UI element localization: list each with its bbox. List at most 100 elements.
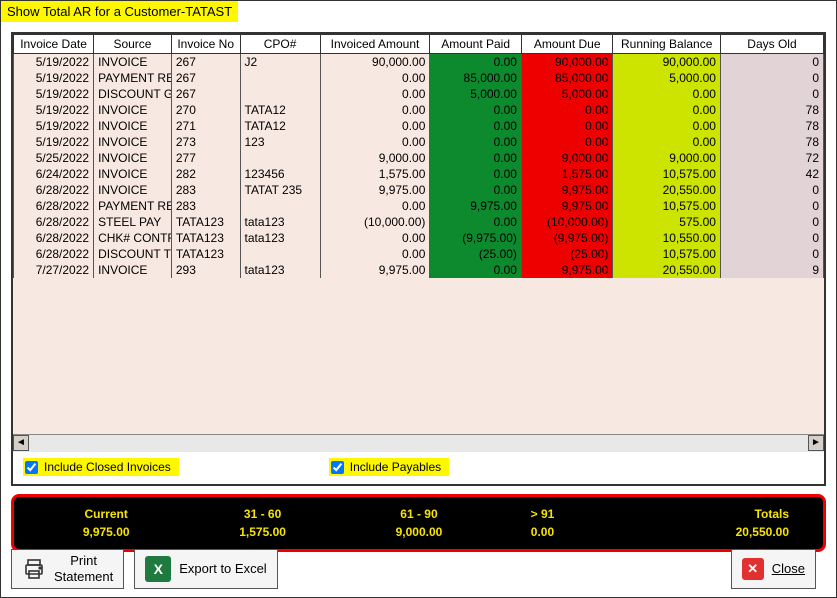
- table-row[interactable]: 5/19/2022DISCOUNT G2670.005,000.005,000.…: [14, 86, 824, 102]
- aging-value-31-60: 1,575.00: [184, 523, 340, 541]
- cell-invoiced: 0.00: [320, 246, 430, 262]
- cell-due: 85,000.00: [521, 70, 613, 86]
- include-payables-label: Include Payables: [350, 460, 441, 474]
- export-excel-button[interactable]: X Export to Excel: [134, 549, 277, 589]
- cell-source: STEEL PAY: [94, 214, 172, 230]
- cell-date: 5/19/2022: [14, 54, 94, 70]
- cell-invoiced: 90,000.00: [320, 54, 430, 70]
- cell-balance: 20,550.00: [613, 182, 721, 198]
- scroll-right-icon[interactable]: ►: [808, 435, 824, 451]
- aging-header-31-60: 31 - 60: [184, 505, 340, 523]
- include-closed-checkbox[interactable]: Include Closed Invoices: [23, 458, 179, 476]
- cell-days: 78: [720, 102, 823, 118]
- cell-invoiced: 0.00: [320, 134, 430, 150]
- col-header-invoice-no[interactable]: Invoice No: [171, 35, 240, 54]
- cell-balance: 20,550.00: [613, 262, 721, 278]
- cell-source: PAYMENT RE: [94, 198, 172, 214]
- cell-due: 1,575.00: [521, 166, 613, 182]
- col-header-invoiced[interactable]: Invoiced Amount: [320, 35, 430, 54]
- table-row[interactable]: 6/28/2022CHK# CONTRTATA123tata1230.00(9,…: [14, 230, 824, 246]
- table-row[interactable]: 5/19/2022INVOICE2731230.000.000.000.0078: [14, 134, 824, 150]
- cell-source: DISCOUNT T: [94, 246, 172, 262]
- col-header-balance[interactable]: Running Balance: [613, 35, 721, 54]
- cell-due: 9,975.00: [521, 198, 613, 214]
- cell-due: 9,000.00: [521, 150, 613, 166]
- table-row[interactable]: 5/25/2022INVOICE2779,000.000.009,000.009…: [14, 150, 824, 166]
- cell-cpo: [240, 86, 320, 102]
- ar-window: Show Total AR for a Customer-TATAST Invo…: [0, 0, 837, 598]
- close-icon: ✕: [742, 558, 764, 580]
- cell-balance: 0.00: [613, 118, 721, 134]
- col-header-date[interactable]: Invoice Date: [14, 35, 94, 54]
- cell-cpo: [240, 150, 320, 166]
- cell-days: 0: [720, 182, 823, 198]
- cell-date: 6/28/2022: [14, 230, 94, 246]
- cell-paid: 0.00: [430, 262, 522, 278]
- aging-value-61-90: 9,000.00: [341, 523, 497, 541]
- cell-balance: 5,000.00: [613, 70, 721, 86]
- cell-invoice-no: 282: [171, 166, 240, 182]
- cell-invoice-no: 267: [171, 54, 240, 70]
- cell-paid: 0.00: [430, 134, 522, 150]
- cell-cpo: [240, 246, 320, 262]
- aging-value-totals: 20,550.00: [588, 523, 809, 541]
- table-row[interactable]: 5/19/2022INVOICE270TATA120.000.000.000.0…: [14, 102, 824, 118]
- cell-invoice-no: 270: [171, 102, 240, 118]
- excel-icon: X: [145, 556, 171, 582]
- cell-cpo: [240, 70, 320, 86]
- cell-cpo: 123456: [240, 166, 320, 182]
- cell-due: 9,975.00: [521, 182, 613, 198]
- table-row[interactable]: 6/28/2022INVOICE283TATAT 2359,975.000.00…: [14, 182, 824, 198]
- cell-due: 90,000.00: [521, 54, 613, 70]
- table-row[interactable]: 6/24/2022INVOICE2821234561,575.000.001,5…: [14, 166, 824, 182]
- cell-date: 5/19/2022: [14, 102, 94, 118]
- cell-invoice-no: TATA123: [171, 230, 240, 246]
- table-row[interactable]: 5/19/2022PAYMENT RE2670.0085,000.0085,00…: [14, 70, 824, 86]
- cell-date: 6/24/2022: [14, 166, 94, 182]
- cell-source: INVOICE: [94, 182, 172, 198]
- cell-invoice-no: 267: [171, 70, 240, 86]
- printer-icon: [22, 557, 46, 581]
- grid-frame: Invoice Date Source Invoice No CPO# Invo…: [11, 32, 826, 486]
- cell-source: INVOICE: [94, 166, 172, 182]
- cell-balance: 10,575.00: [613, 198, 721, 214]
- cell-invoiced: 1,575.00: [320, 166, 430, 182]
- cell-days: 0: [720, 246, 823, 262]
- cell-source: CHK# CONTR: [94, 230, 172, 246]
- cell-invoiced: 9,000.00: [320, 150, 430, 166]
- table-row[interactable]: 5/19/2022INVOICE267J290,000.000.0090,000…: [14, 54, 824, 70]
- aging-header-current: Current: [28, 505, 184, 523]
- cell-cpo: TATA12: [240, 118, 320, 134]
- col-header-due[interactable]: Amount Due: [521, 35, 613, 54]
- horizontal-scrollbar[interactable]: ◄ ►: [13, 434, 824, 452]
- col-header-paid[interactable]: Amount Paid: [430, 35, 522, 54]
- cell-balance: 9,000.00: [613, 150, 721, 166]
- table-row[interactable]: 6/28/2022DISCOUNT TTATA1230.00(25.00)(25…: [14, 246, 824, 262]
- table-row[interactable]: 5/19/2022INVOICE271TATA120.000.000.000.0…: [14, 118, 824, 134]
- aging-value-over-91: 0.00: [497, 523, 588, 541]
- col-header-cpo[interactable]: CPO#: [240, 35, 320, 54]
- cell-paid: 0.00: [430, 118, 522, 134]
- cell-balance: 575.00: [613, 214, 721, 230]
- scroll-left-icon[interactable]: ◄: [13, 435, 29, 451]
- cell-source: INVOICE: [94, 118, 172, 134]
- include-payables-input[interactable]: [331, 461, 344, 474]
- table-row[interactable]: 6/28/2022STEEL PAYTATA123tata123(10,000.…: [14, 214, 824, 230]
- invoice-grid[interactable]: Invoice Date Source Invoice No CPO# Invo…: [13, 34, 824, 278]
- cell-invoice-no: TATA123: [171, 214, 240, 230]
- col-header-source[interactable]: Source: [94, 35, 172, 54]
- cell-due: (25.00): [521, 246, 613, 262]
- table-row[interactable]: 6/28/2022PAYMENT RE2830.009,975.009,975.…: [14, 198, 824, 214]
- print-statement-button[interactable]: Print Statement: [11, 549, 124, 589]
- col-header-days[interactable]: Days Old: [720, 35, 823, 54]
- cell-source: INVOICE: [94, 54, 172, 70]
- cell-days: 0: [720, 214, 823, 230]
- include-payables-checkbox[interactable]: Include Payables: [329, 458, 449, 476]
- include-closed-input[interactable]: [25, 461, 38, 474]
- cell-invoiced: 9,975.00: [320, 182, 430, 198]
- close-button[interactable]: ✕ Close: [731, 549, 816, 589]
- table-row[interactable]: 7/27/2022INVOICE293tata1239,975.000.009,…: [14, 262, 824, 278]
- aging-header-over-91: > 91: [497, 505, 588, 523]
- cell-balance: 0.00: [613, 102, 721, 118]
- cell-days: 0: [720, 70, 823, 86]
